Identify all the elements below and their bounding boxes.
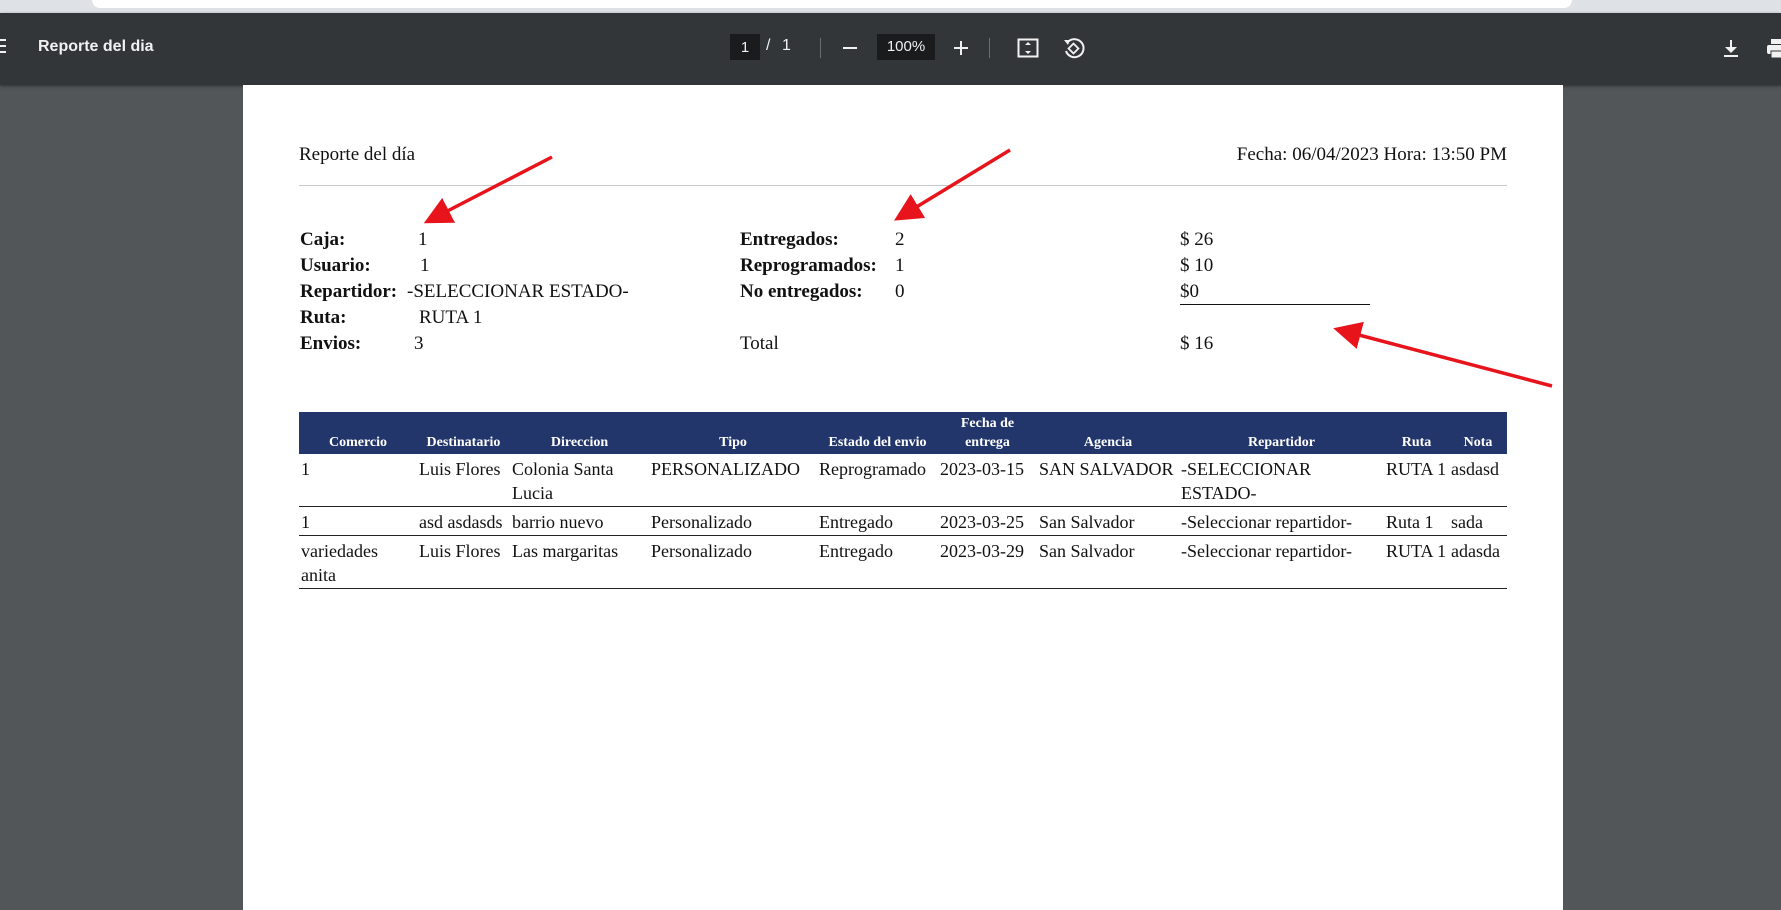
cell-tipo: Personalizado: [649, 506, 817, 536]
col-nota[interactable]: Nota: [1449, 412, 1507, 454]
report-title: Reporte del día: [299, 144, 416, 165]
col-ruta[interactable]: Ruta: [1384, 412, 1449, 454]
cell-ruta: RUTA 1: [1384, 454, 1449, 507]
col-fecha[interactable]: Fecha de entrega: [938, 412, 1037, 454]
repartidor-value: -SELECCIONAR ESTADO-: [407, 281, 629, 302]
ruta-label: Ruta:: [300, 307, 347, 328]
cell-nota: sada: [1449, 506, 1507, 536]
cell-estado: Reprogramado: [817, 454, 938, 507]
amount-entregados: $ 26: [1180, 229, 1214, 250]
cell-fecha: 2023-03-25: [938, 506, 1037, 536]
browser-strip: [0, 0, 1781, 13]
col-repartidor[interactable]: Repartidor: [1179, 412, 1384, 454]
ruta-value: RUTA 1: [419, 307, 483, 328]
amount-no-entregados: $0: [1180, 281, 1199, 302]
cell-comercio: 1: [299, 454, 417, 507]
usuario-label: Usuario:: [300, 255, 371, 276]
col-comercio[interactable]: Comercio: [299, 412, 417, 454]
col-estado[interactable]: Estado del envio: [817, 412, 938, 454]
reprogramados-label: Reprogramados:: [740, 255, 877, 276]
page-separator: /: [766, 37, 771, 54]
cell-destinatario: asd asdasds: [417, 506, 510, 536]
cell-direccion: Colonia Santa Lucia: [510, 454, 649, 507]
cell-repartidor: -Seleccionar repartidor-: [1179, 506, 1384, 536]
toolbar-divider: [820, 38, 821, 58]
print-icon[interactable]: [1763, 34, 1781, 62]
table-header-row: Comercio Destinatario Direccion Tipo Est…: [299, 412, 1507, 454]
cell-direccion: Las margaritas: [510, 535, 649, 589]
total-label: Total: [740, 333, 779, 354]
envios-value: 3: [414, 333, 424, 354]
cell-estado: Entregado: [817, 535, 938, 589]
amount-underline: [1180, 304, 1370, 305]
cell-destinatario: Luis Flores: [417, 454, 510, 507]
table-row: 1 asd asdasds barrio nuevo Personalizado…: [299, 506, 1507, 536]
no-entregados-value: 0: [895, 281, 905, 302]
cell-estado: Entregado: [817, 506, 938, 536]
pdf-page: Reporte del día Fecha: 06/04/2023 Hora: …: [243, 85, 1563, 910]
caja-label: Caja:: [300, 229, 346, 250]
page-total: 1: [782, 37, 791, 54]
amount-reprogramados: $ 10: [1180, 255, 1214, 276]
address-bar[interactable]: [92, 0, 1572, 8]
envios-label: Envios:: [300, 333, 362, 354]
cell-tipo: Personalizado: [649, 535, 817, 589]
cell-fecha: 2023-03-29: [938, 535, 1037, 589]
table-row: variedades anita Luis Flores Las margari…: [299, 535, 1507, 589]
download-icon[interactable]: [1717, 34, 1745, 62]
zoom-in-icon[interactable]: [947, 34, 975, 62]
reprogramados-value: 1: [895, 255, 905, 276]
zoom-out-icon[interactable]: [836, 34, 864, 62]
cell-agencia: San Salvador: [1037, 535, 1179, 589]
entregados-value: 2: [895, 229, 905, 250]
col-tipo[interactable]: Tipo: [649, 412, 817, 454]
usuario-value: 1: [420, 255, 430, 276]
cell-ruta: Ruta 1: [1384, 506, 1449, 536]
cell-agencia: San Salvador: [1037, 506, 1179, 536]
cell-direccion: barrio nuevo: [510, 506, 649, 536]
menu-icon[interactable]: [0, 39, 6, 55]
cell-agencia: SAN SALVADOR: [1037, 454, 1179, 507]
cell-fecha: 2023-03-15: [938, 454, 1037, 507]
cell-comercio: variedades anita: [299, 535, 417, 589]
cell-repartidor: -Seleccionar repartidor-: [1179, 535, 1384, 589]
summary-left-labels: Caja: Usuario: Repartidor: Ruta: Envios:: [300, 227, 397, 357]
col-direccion[interactable]: Direccion: [510, 412, 649, 454]
repartidor-label: Repartidor:: [300, 281, 398, 302]
cell-repartidor: -SELECCIONAR ESTADO-: [1179, 454, 1384, 507]
amount-total: $ 16: [1180, 333, 1214, 354]
rotate-icon[interactable]: [1059, 34, 1087, 62]
fit-page-icon[interactable]: [1014, 34, 1042, 62]
cell-ruta: RUTA 1: [1384, 535, 1449, 589]
cell-tipo: PERSONALIZADO: [649, 454, 817, 507]
table-row: 1 Luis Flores Colonia Santa Lucia PERSON…: [299, 454, 1507, 507]
header-divider: [299, 185, 1507, 186]
cell-nota: asdasd: [1449, 454, 1507, 507]
no-entregados-label: No entregados:: [740, 281, 863, 302]
cell-nota: adasda: [1449, 535, 1507, 589]
toolbar-divider: [989, 38, 990, 58]
cell-comercio: 1: [299, 506, 417, 536]
document-title: Reporte del dia: [38, 38, 154, 55]
entregados-label: Entregados:: [740, 229, 839, 250]
pdf-toolbar: Reporte del dia / 1 100%: [0, 13, 1781, 85]
page-number-input[interactable]: [730, 34, 760, 60]
report-date: Fecha: 06/04/2023 Hora: 13:50 PM: [1236, 144, 1507, 165]
col-agencia[interactable]: Agencia: [1037, 412, 1179, 454]
summary-mid-labels: Entregados: Reprogramados: No entregados…: [740, 227, 877, 357]
col-destinatario[interactable]: Destinatario: [417, 412, 510, 454]
cell-destinatario: Luis Flores: [417, 535, 510, 589]
caja-value: 1: [418, 229, 428, 250]
zoom-level[interactable]: 100%: [877, 34, 935, 60]
shipments-table: Comercio Destinatario Direccion Tipo Est…: [299, 412, 1507, 589]
